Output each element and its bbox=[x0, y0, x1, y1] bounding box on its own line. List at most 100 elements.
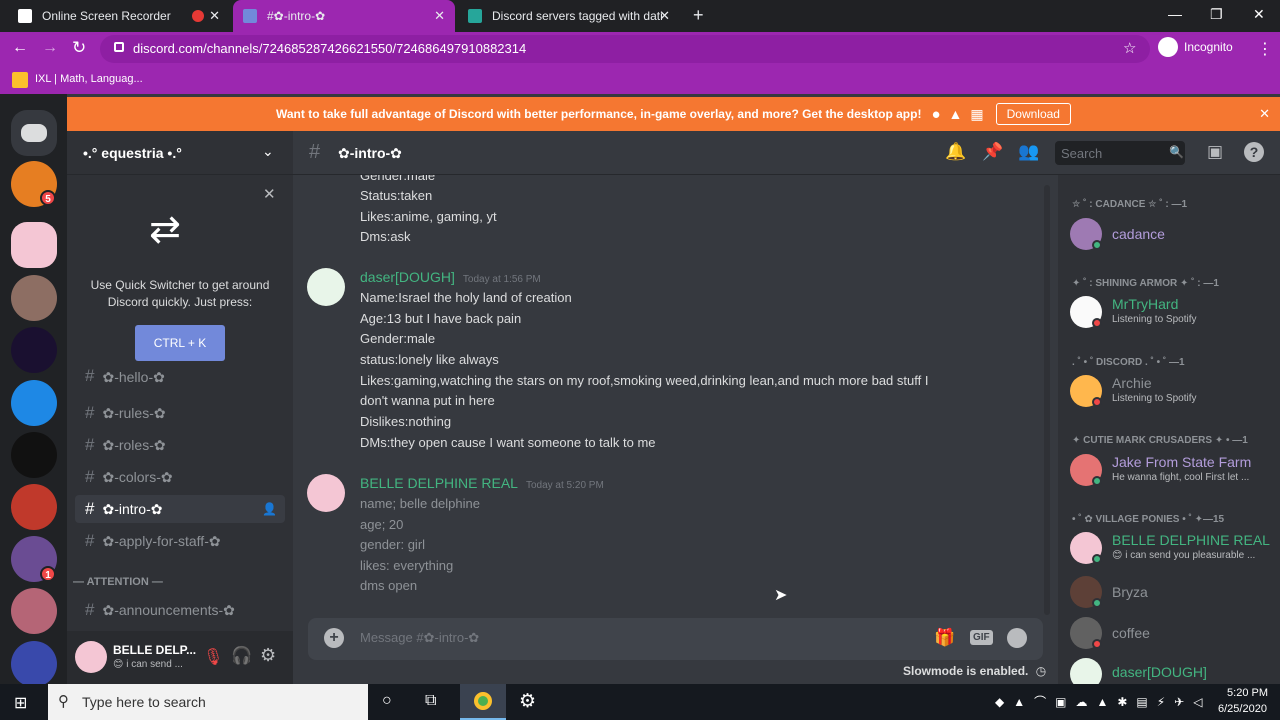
avatar bbox=[1070, 658, 1102, 684]
member-name: MrTryHard bbox=[1112, 296, 1179, 312]
server-icon[interactable] bbox=[11, 327, 57, 373]
channel-intro[interactable]: # ✿-intro-✿ 👤 bbox=[75, 495, 285, 523]
reload-icon[interactable]: ↻ bbox=[72, 38, 86, 58]
new-tab-button[interactable]: + bbox=[693, 5, 704, 26]
member-item[interactable]: coffee bbox=[1070, 613, 1275, 653]
menu-icon[interactable]: ⋮ bbox=[1257, 39, 1273, 59]
tab-screen-recorder[interactable]: Online Screen Recorder ✕ bbox=[8, 0, 230, 32]
channel-apply-for-staff[interactable]: # ✿-apply-for-staff-✿ bbox=[75, 527, 285, 555]
chrome-taskbar-button[interactable] bbox=[460, 684, 506, 720]
close-tab-icon[interactable]: ✕ bbox=[659, 8, 670, 24]
url-field[interactable]: discord.com/channels/724685287426621550/… bbox=[100, 35, 1150, 63]
message-author[interactable]: BELLE DELPHINE REAL Today at 5:20 PM bbox=[360, 475, 604, 491]
member-category: ✮ ˚ : CADANCE ✮ ˚ : —1 bbox=[1072, 199, 1188, 210]
incognito-label: Incognito bbox=[1184, 40, 1233, 54]
tab-intro[interactable]: #✿-intro-✿ ✕ bbox=[233, 0, 455, 32]
ctrl-k-button[interactable]: CTRL + K bbox=[135, 325, 225, 361]
maximize-icon[interactable]: ❐ bbox=[1210, 6, 1223, 23]
members-icon[interactable]: 👥 bbox=[1018, 142, 1039, 162]
avatar[interactable] bbox=[75, 641, 107, 673]
member-item[interactable]: Jake From State Farm He wanna fight, coo… bbox=[1070, 450, 1275, 490]
close-banner-icon[interactable]: ✕ bbox=[1259, 106, 1270, 122]
incognito-indicator[interactable]: Incognito bbox=[1158, 37, 1233, 57]
lock-icon bbox=[114, 42, 124, 52]
member-item[interactable]: MrTryHard Listening to Spotify bbox=[1070, 292, 1275, 332]
settings-gear-icon[interactable]: ⚙ bbox=[519, 690, 536, 713]
tab-discord-servers[interactable]: Discord servers tagged with dati ✕ bbox=[458, 0, 680, 32]
pin-icon[interactable]: 📌 bbox=[982, 142, 1003, 162]
windows-start-icon[interactable]: ⊞ bbox=[14, 693, 27, 713]
member-name: Bryza bbox=[1112, 584, 1148, 600]
gift-icon[interactable]: 🎁 bbox=[934, 628, 955, 648]
gear-icon[interactable]: ⚙ bbox=[260, 645, 276, 666]
gif-button[interactable]: GIF bbox=[970, 630, 993, 645]
member-item[interactable]: BELLE DELPHINE REAL 😊 i can send you ple… bbox=[1070, 528, 1275, 568]
server-name: •.° equestria •.° bbox=[83, 145, 182, 161]
server-header[interactable]: •.° equestria •.° ⌄ bbox=[67, 131, 293, 175]
download-button[interactable]: Download bbox=[995, 103, 1071, 125]
clock-date[interactable]: 6/25/2020 bbox=[1218, 703, 1267, 715]
avatar[interactable] bbox=[307, 474, 345, 512]
cortana-icon[interactable]: ○ bbox=[382, 692, 392, 710]
discord-home-icon[interactable] bbox=[11, 110, 57, 156]
task-view-icon[interactable]: ⧉ bbox=[425, 692, 436, 710]
status-dnd-icon bbox=[1092, 318, 1102, 328]
system-tray-icons[interactable]: ◆▲⌒▣☁▲✱▤⚡✈◁ bbox=[995, 693, 1211, 710]
scrollbar[interactable] bbox=[1044, 185, 1050, 615]
channel-colors[interactable]: # ✿-colors-✿ bbox=[75, 463, 285, 491]
bell-icon[interactable]: 🔔 bbox=[945, 142, 966, 162]
close-tab-icon[interactable]: ✕ bbox=[434, 8, 445, 24]
timestamp: Today at 5:20 PM bbox=[525, 480, 604, 491]
taskbar-search-input[interactable]: ⚲ Type here to search bbox=[48, 684, 368, 720]
attach-plus-icon[interactable]: + bbox=[324, 628, 344, 648]
member-category: • ˚ ✿ VILLAGE PONIES • ˚ ✦—15 bbox=[1072, 514, 1225, 525]
headphones-icon[interactable]: 🎧 bbox=[231, 646, 252, 666]
minimize-icon[interactable]: — bbox=[1168, 6, 1182, 22]
forward-icon[interactable]: → bbox=[42, 39, 58, 57]
channel-announcements[interactable]: # ✿-announcements-✿ bbox=[75, 596, 285, 624]
help-icon[interactable]: ? bbox=[1244, 142, 1264, 162]
member-name: cadance bbox=[1112, 226, 1165, 242]
clock-time[interactable]: 5:20 PM bbox=[1222, 687, 1268, 699]
bookmark-ixl[interactable]: IXL | Math, Languag... bbox=[35, 73, 143, 85]
close-tip-icon[interactable]: ✕ bbox=[263, 185, 276, 203]
channel-rules[interactable]: # ✿-rules-✿ bbox=[75, 399, 285, 427]
message-author[interactable]: daser[DOUGH] Today at 1:56 PM bbox=[360, 269, 541, 285]
message-line: don't wanna put in here bbox=[360, 393, 495, 408]
status-online-icon bbox=[1092, 476, 1102, 486]
member-item[interactable]: Archie Listening to Spotify bbox=[1070, 371, 1275, 411]
member-category: . ˚ • ˚ DISCORD . ˚ • ˚ —1 bbox=[1072, 357, 1185, 368]
search-input[interactable]: Search 🔍 bbox=[1055, 141, 1185, 165]
server-icon-ays[interactable] bbox=[11, 380, 57, 426]
channel-roles[interactable]: # ✿-roles-✿ bbox=[75, 431, 285, 459]
invite-icon[interactable]: 👤 bbox=[262, 502, 277, 516]
close-tab-icon[interactable]: ✕ bbox=[209, 8, 220, 24]
server-icon-equestria[interactable] bbox=[11, 222, 57, 268]
star-icon[interactable]: ☆ bbox=[1123, 39, 1136, 57]
clock-icon: ◷ bbox=[1035, 664, 1047, 678]
server-icon[interactable] bbox=[11, 588, 57, 634]
member-category: ✦ ˚ : SHINING ARMOR ✦ ˚ : —1 bbox=[1072, 278, 1219, 289]
server-icon[interactable] bbox=[11, 641, 57, 687]
emoji-icon[interactable] bbox=[1007, 628, 1027, 648]
category-attention[interactable]: — ATTENTION — bbox=[73, 576, 163, 588]
close-window-icon[interactable]: ✕ bbox=[1253, 6, 1265, 23]
tab-title: Online Screen Recorder bbox=[42, 9, 171, 23]
status-dnd-icon bbox=[1092, 397, 1102, 407]
server-icon-r[interactable] bbox=[11, 484, 57, 530]
message-input[interactable]: Message #✿-intro-✿ bbox=[360, 630, 479, 646]
member-item[interactable]: Bryza bbox=[1070, 572, 1275, 612]
avatar[interactable] bbox=[307, 268, 345, 306]
message-composer[interactable]: + Message #✿-intro-✿ 🎁 GIF bbox=[308, 618, 1043, 660]
inbox-icon[interactable]: ▣ bbox=[1207, 142, 1223, 162]
channel-hello[interactable]: # ✿-hello-✿ bbox=[75, 368, 285, 386]
member-list: ✮ ˚ : CADANCE ✮ ˚ : —1 cadance ✦ ˚ : SHI… bbox=[1058, 175, 1280, 684]
mute-icon[interactable]: 🎙 bbox=[203, 647, 223, 667]
server-icon[interactable] bbox=[11, 432, 57, 478]
server-icon[interactable] bbox=[11, 275, 57, 321]
member-item[interactable]: cadance bbox=[1070, 214, 1275, 254]
back-icon[interactable]: ← bbox=[12, 39, 28, 57]
quick-switcher-text: Use Quick Switcher to get around Discord… bbox=[90, 278, 270, 309]
member-item[interactable]: daser[DOUGH] bbox=[1070, 654, 1275, 684]
chevron-down-icon: ⌄ bbox=[262, 143, 274, 159]
